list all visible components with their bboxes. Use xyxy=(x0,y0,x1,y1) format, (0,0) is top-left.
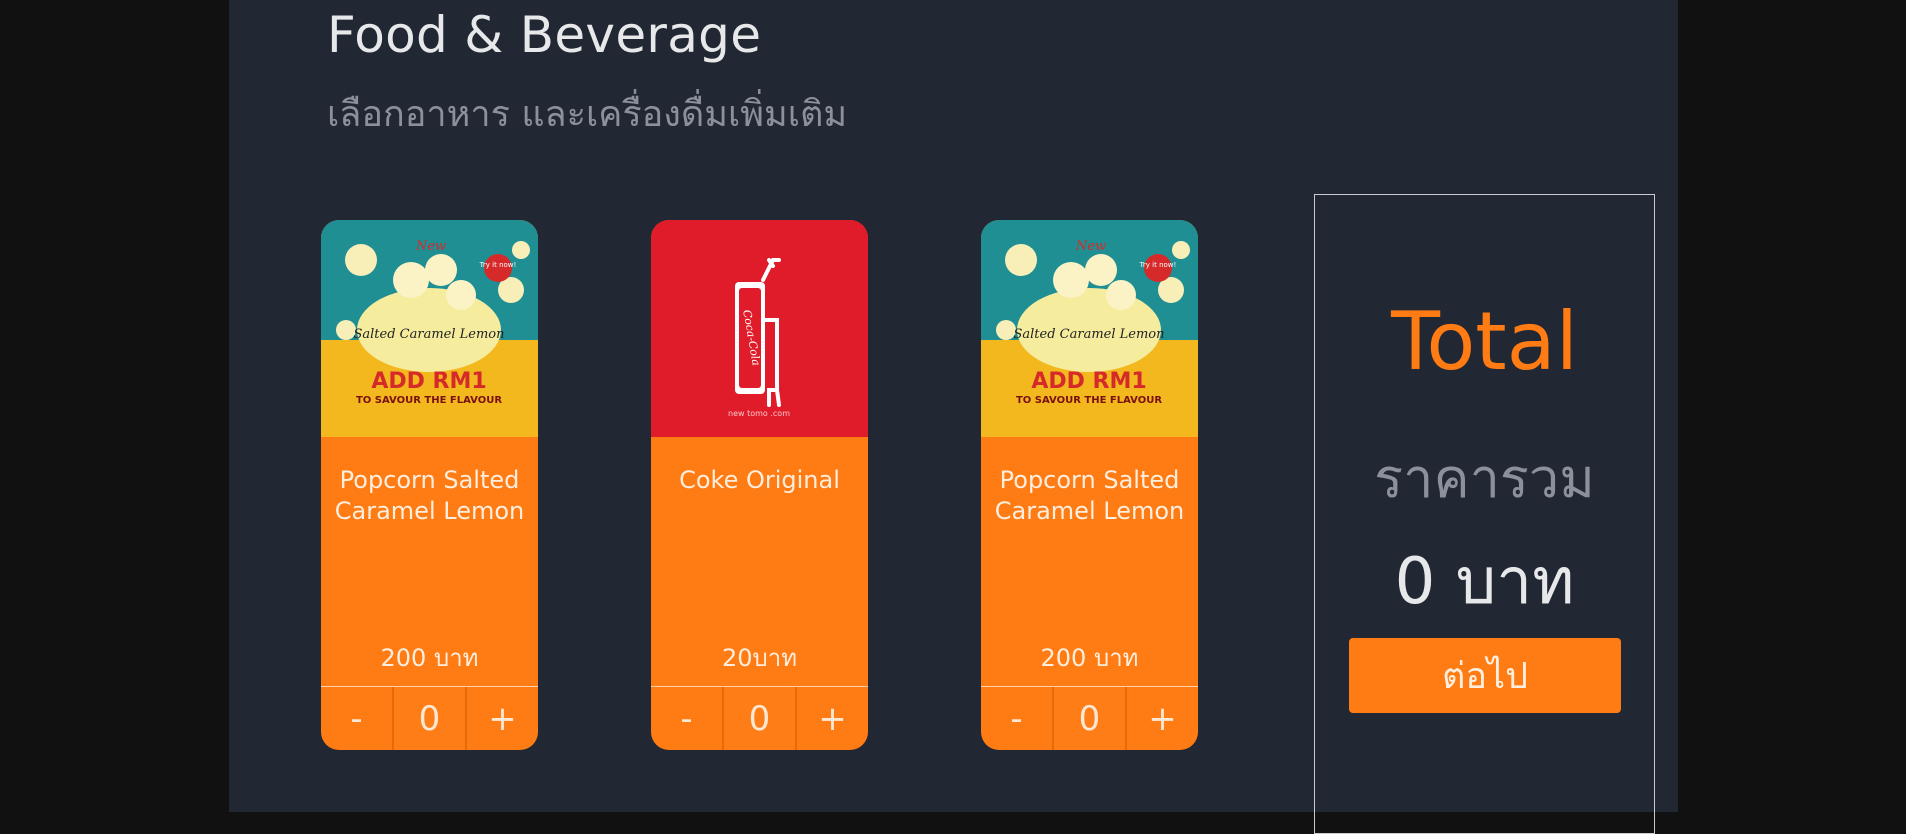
quantity-value: 0 xyxy=(392,687,467,750)
coke-product-image: Coca-Cola new tomo .com xyxy=(651,220,868,437)
product-card-popcorn[interactable]: Try it now! New Salted Caramel Lemon ADD… xyxy=(321,220,538,750)
image-text-new: New xyxy=(1075,239,1106,254)
image-text-promo: ADD RM1 xyxy=(1031,369,1146,394)
product-name: Coke Original xyxy=(679,466,840,494)
quantity-stepper: - 0 + xyxy=(981,686,1198,750)
total-amount: 0 บาท xyxy=(1394,545,1575,619)
quantity-value: 0 xyxy=(1052,687,1127,750)
main-panel: Food & Beverage เลือกอาหาร และเครื่องดื่… xyxy=(229,0,1678,834)
popcorn-product-image: Try it now! New Salted Caramel Lemon ADD… xyxy=(981,220,1198,437)
product-name: Popcorn Salted Caramel Lemon xyxy=(994,466,1185,525)
product-name: Popcorn Salted Caramel Lemon xyxy=(334,466,525,525)
decrease-button[interactable]: - xyxy=(321,687,392,750)
total-title: Total xyxy=(1391,295,1578,388)
image-text-try: Try it now! xyxy=(479,261,517,269)
image-text-new: New xyxy=(415,239,446,254)
quantity-stepper: - 0 + xyxy=(321,686,538,750)
image-text-promo-sub: TO SAVOUR THE FLAVOUR xyxy=(356,395,502,406)
page-title: Food & Beverage xyxy=(327,6,762,64)
image-text-promo-sub: TO SAVOUR THE FLAVOUR xyxy=(1016,395,1162,406)
increase-button[interactable]: + xyxy=(467,687,538,750)
product-price: 200 บาท xyxy=(380,644,479,672)
decrease-button[interactable]: - xyxy=(651,687,722,750)
quantity-stepper: - 0 + xyxy=(651,686,868,750)
image-text-promo: ADD RM1 xyxy=(371,369,486,394)
product-card-popcorn-2[interactable]: Try it now! New Salted Caramel Lemon ADD… xyxy=(981,220,1198,750)
increase-button[interactable]: + xyxy=(797,687,868,750)
popcorn-product-image: Try it now! New Salted Caramel Lemon ADD… xyxy=(321,220,538,437)
total-subtitle: ราคารวม xyxy=(1374,447,1595,510)
product-price: 20บาท xyxy=(721,644,798,672)
image-text-flavour: Salted Caramel Lemon xyxy=(1013,327,1164,342)
quantity-value: 0 xyxy=(722,687,797,750)
product-card-coke[interactable]: Coca-Cola new tomo .com Coke Original 20… xyxy=(651,220,868,750)
image-text-flavour: Salted Caramel Lemon xyxy=(353,327,504,342)
image-text-tag: new tomo .com xyxy=(728,409,790,418)
image-text-try: Try it now! xyxy=(1139,261,1177,269)
page-subtitle: เลือกอาหาร และเครื่องดื่มเพิ่มเติม xyxy=(327,94,848,135)
increase-button[interactable]: + xyxy=(1127,687,1198,750)
decrease-button[interactable]: - xyxy=(981,687,1052,750)
order-summary: Total ราคารวม 0 บาท ต่อไป xyxy=(1314,194,1655,834)
next-button[interactable]: ต่อไป xyxy=(1349,638,1621,713)
product-price: 200 บาท xyxy=(1040,644,1139,672)
